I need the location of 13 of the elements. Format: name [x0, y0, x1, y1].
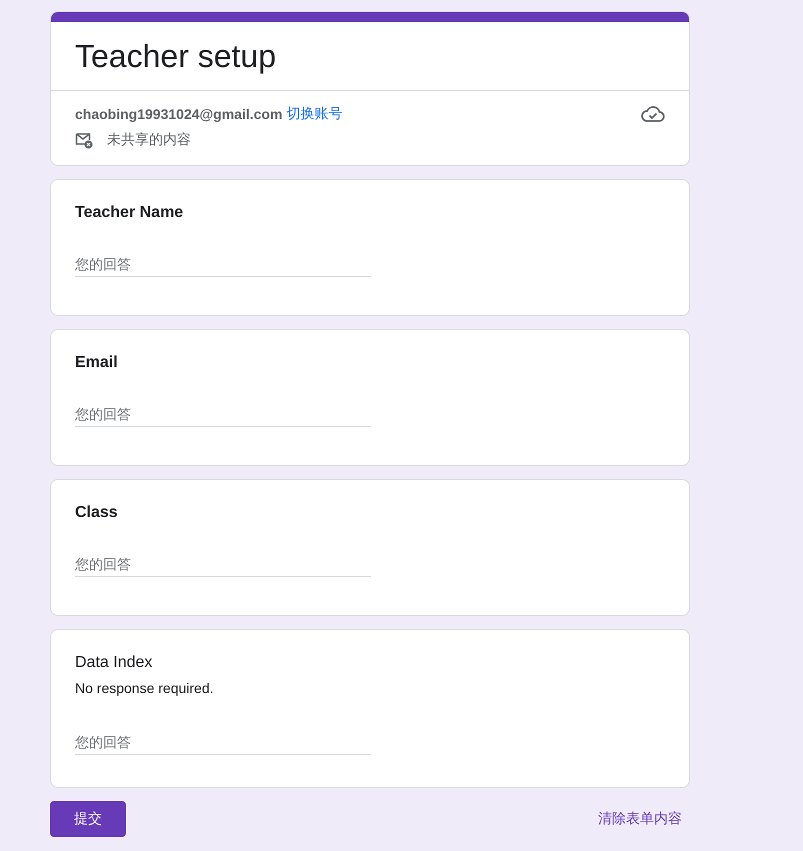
- question-title: Class: [75, 504, 119, 522]
- clear-form-button[interactable]: 清除表单内容: [590, 810, 690, 828]
- cloud-saved-icon: [641, 105, 665, 123]
- submit-button[interactable]: 提交: [50, 801, 126, 837]
- not-shared-label: 未共享的内容: [107, 131, 191, 149]
- question-title: Teacher Name: [75, 204, 184, 222]
- question-description: No response required.: [75, 680, 215, 696]
- mail-not-shared-icon: [75, 131, 93, 149]
- question-title: Email: [75, 354, 119, 372]
- account-email: chaobing19931024@gmail.com: [75, 106, 282, 122]
- question-title: Data Index: [75, 654, 154, 672]
- switch-account-link[interactable]: 切换账号: [286, 105, 342, 123]
- form-title: Teacher setup: [51, 22, 689, 91]
